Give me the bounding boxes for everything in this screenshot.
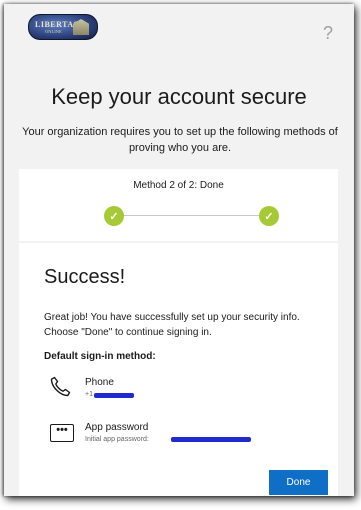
page-title: Keep your account secure — [51, 84, 307, 109]
phone-icon — [50, 376, 71, 397]
section-divider — [19, 241, 338, 243]
step-1-complete-icon: ✓ — [104, 206, 124, 226]
success-message: Great job! You have successfully set up … — [44, 312, 300, 338]
organization-logo: LIBERTAS ONLINE — [28, 14, 98, 40]
phone-number-redaction — [94, 393, 134, 398]
help-icon[interactable]: ? — [323, 23, 333, 44]
app-password-detail: Initial app password: — [85, 436, 149, 443]
step-2-complete-icon: ✓ — [259, 206, 279, 226]
app-password-icon: ••• — [50, 424, 74, 442]
page-subtitle: Your organization requires you to set up… — [22, 126, 338, 154]
default-method-label: Default sign-in method: — [44, 351, 156, 362]
app-password-redaction — [171, 437, 251, 442]
method-progress-label: Method 2 of 2: Done — [133, 180, 224, 191]
app-password-title: App password — [85, 422, 149, 433]
top-bar: LIBERTAS ONLINE ? — [4, 4, 354, 50]
progress-line — [117, 215, 269, 216]
content-card: Method 2 of 2: Done ✓ ✓ Success! Great j… — [19, 169, 338, 496]
success-heading: Success! — [44, 266, 126, 288]
security-setup-dialog: LIBERTAS ONLINE ? Keep your account secu… — [4, 4, 354, 496]
logo-subtext: ONLINE — [45, 29, 62, 34]
phone-method-title: Phone — [85, 377, 114, 388]
phone-number: +1 — [85, 391, 93, 398]
logo-text: LIBERTAS — [35, 20, 79, 29]
done-button[interactable]: Done — [269, 470, 328, 495]
